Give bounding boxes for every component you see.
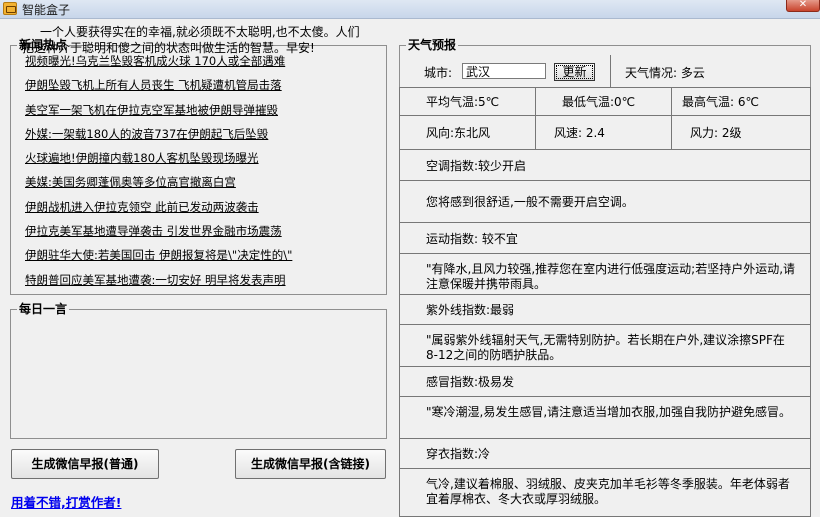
news-group: 新闻热点 视频曝光!乌克兰坠毁客机成火球 170人或全部遇难 伊朗坠毁飞机上所有… xyxy=(10,38,387,295)
app-box-icon xyxy=(3,2,17,15)
cold-tip: "寒冷潮湿,易发生感冒,请注意适当增加衣服,加强自我防护避免感冒。 xyxy=(399,396,811,439)
dress-index: 穿衣指数:冷 xyxy=(399,438,811,469)
uv-tip: "属弱紫外线辐射天气,无需特别防护。若长期在户外,建议涂擦SPF在8-12之间的… xyxy=(399,324,811,367)
generate-normal-button[interactable]: 生成微信早报(普通) xyxy=(11,449,159,479)
daily-quote-group: 每日一言 xyxy=(10,302,387,439)
wind-force: 风力: 2级 xyxy=(671,115,811,150)
tip-author-link[interactable]: 用着不错,打赏作者! xyxy=(11,492,121,511)
city-divider xyxy=(610,55,611,88)
city-input[interactable] xyxy=(462,63,546,79)
min-temp: 最低气温:0℃ xyxy=(535,87,672,116)
wind-direction: 风向:东北风 xyxy=(399,115,536,150)
title-bar: 智能盒子 ✕ xyxy=(0,0,820,19)
news-link[interactable]: 美媒:美国务卿蓬佩奥等多位高官撤离白宫 xyxy=(25,173,382,197)
news-link[interactable]: 美空军一架飞机在伊拉克空军基地被伊朗导弹摧毁 xyxy=(25,101,382,125)
avg-temp: 平均气温:5℃ xyxy=(399,87,536,116)
max-temp: 最高气温: 6℃ xyxy=(671,87,811,116)
ac-tip: 您将感到很舒适,一般不需要开启空调。 xyxy=(399,180,811,223)
close-button[interactable]: ✕ xyxy=(786,0,820,12)
daily-legend: 每日一言 xyxy=(17,302,70,317)
cold-index: 感冒指数:极易发 xyxy=(399,366,811,397)
sport-tip: "有降水,且风力较强,推荐您在室内进行低强度运动;若坚持户外运动,请注意保暖并携… xyxy=(399,253,811,295)
uv-index: 紫外线指数:最弱 xyxy=(399,294,811,325)
sport-index: 运动指数: 较不宜 xyxy=(399,222,811,254)
news-link[interactable]: 伊朗驻华大使:若美国回击 伊朗报复将是\"决定性的\" xyxy=(25,246,382,270)
news-list: 视频曝光!乌克兰坠毁客机成火球 170人或全部遇难 伊朗坠毁飞机上所有人员丧生 … xyxy=(25,52,382,295)
weather-condition: 天气情况: 多云 xyxy=(625,66,705,80)
dress-tip: 气冷,建议着棉服、羽绒服、皮夹克加羊毛衫等冬季服装。年老体弱者宜着厚棉衣、冬大衣… xyxy=(399,468,811,517)
generate-with-link-button[interactable]: 生成微信早报(含链接) xyxy=(235,449,386,479)
city-label: 城市: xyxy=(424,66,453,80)
window-title: 智能盒子 xyxy=(22,3,71,17)
news-link[interactable]: 火球遍地!伊朗撞内载180人客机坠毁现场曝光 xyxy=(25,149,382,173)
news-link[interactable]: 外媒:一架载180人的波音737在伊朗起飞后坠毁 xyxy=(25,125,382,149)
ac-index: 空调指数:较少开启 xyxy=(399,149,811,181)
refresh-button[interactable]: 更新 xyxy=(554,63,595,81)
news-link[interactable]: 伊朗坠毁飞机上所有人员丧生 飞机疑遭机管局击落 xyxy=(25,76,382,100)
wind-speed: 风速: 2.4 xyxy=(535,115,672,150)
weather-legend: 天气预报 xyxy=(406,38,459,53)
news-link[interactable]: 特朗普回应美军基地遭袭:一切安好 明早将发表声明 xyxy=(25,271,382,295)
news-link[interactable]: 伊拉克美军基地遭导弹袭击 引发世界金融市场震荡 xyxy=(25,222,382,246)
news-link[interactable]: 伊朗战机进入伊拉克领空 此前已发动两波袭击 xyxy=(25,198,382,222)
daily-quote-text: 一个人要获得实在的幸福,就必须既不太聪明,也不太傻。人们把这种介于聪明和傻之间的… xyxy=(22,25,360,55)
